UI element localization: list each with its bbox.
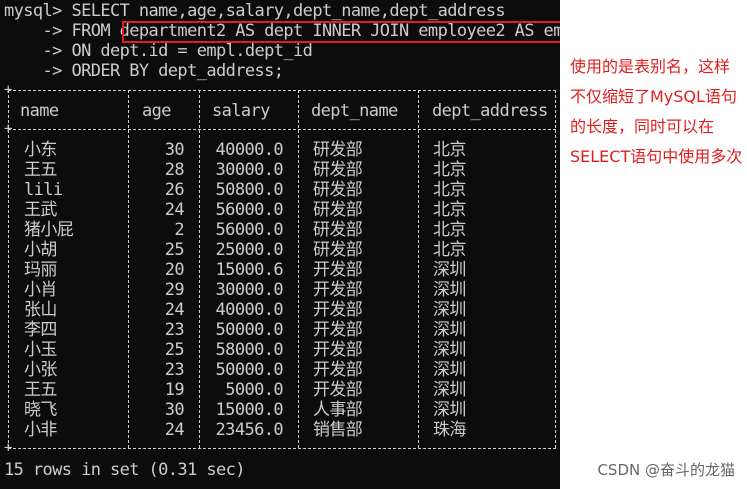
table-cell: 58000.0 [215,340,284,360]
table-cell: 50800.0 [215,180,284,200]
table-header-divider [8,129,556,130]
table-cell: 北京 [433,220,466,240]
table-cell: 人事部 [313,400,363,420]
table-cell: 研发部 [313,140,363,160]
table-cell: 深圳 [433,260,466,280]
table-cell: 研发部 [313,240,363,260]
table-cell: 30000.0 [215,280,284,300]
column-header-dept-name: dept_name [311,101,398,121]
query-line-4: -> ORDER BY dept_address; [4,61,284,81]
table-cell: 研发部 [313,180,363,200]
table-cell: 40000.0 [215,140,284,160]
annotation-note: 使用的是表别名，这样不仅缩短了MySQL语句的长度，同时可以在SELECT语句中… [570,57,743,166]
table-cell: 开发部 [313,260,363,280]
result-summary: 15 rows in set (0.31 sec) [4,460,245,480]
table-cell: 56000.0 [215,200,284,220]
column-divider [128,90,129,448]
table-cell: 50000.0 [215,320,284,340]
column-header-dept-address: dept_address [432,101,548,121]
column-header-age: age [142,101,172,121]
table-cell: 24 [164,300,185,320]
table-cell: 北京 [433,160,466,180]
table-cell: 研发部 [313,200,363,220]
table-cell: 王五 [24,160,57,180]
table-cell: 晓飞 [24,400,57,420]
column-header-name: name [20,101,59,121]
table-cell: 研发部 [313,160,363,180]
table-cell: 小胡 [24,240,57,260]
table-cell: 王五 [24,380,57,400]
query-line-1: mysql> SELECT name,age,salary,dept_name,… [4,1,506,21]
table-cell: 15000.6 [215,260,284,280]
table-cell: 23456.0 [215,420,284,440]
table-cell: 30 [164,400,185,420]
table-cell: 15000.0 [215,400,284,420]
table-cell: 24 [164,200,185,220]
table-cell: 40000.0 [215,300,284,320]
table-cell: 小东 [24,140,57,160]
table-cell: 北京 [433,140,466,160]
table-cell: 珠海 [433,420,466,440]
table-cell: 深圳 [433,280,466,300]
column-divider [418,90,419,448]
table-cell: 5000.0 [225,380,283,400]
terminal-window[interactable]: mysql> SELECT name,age,salary,dept_name,… [0,0,560,489]
table-cell: 开发部 [313,340,363,360]
table-cell: 小肖 [24,280,57,300]
table-cell: 北京 [433,180,466,200]
column-divider [298,90,299,448]
table-cell: 25000.0 [215,240,284,260]
table-cell: 23 [164,360,185,380]
table-cell: 20 [164,260,185,280]
table-cell: 2 [174,220,184,240]
table-cell: 23 [164,320,185,340]
table-cell: 小张 [24,360,57,380]
table-cell: 28 [164,160,185,180]
table-cell: 50000.0 [215,360,284,380]
table-cell: 24 [164,420,185,440]
table-cell: 29 [164,280,185,300]
column-divider [199,90,200,448]
table-cell: 开发部 [313,320,363,340]
table-cell: 北京 [433,200,466,220]
table-cell: 深圳 [433,320,466,340]
table-cell: 王武 [24,200,57,220]
column-header-salary: salary [212,101,270,121]
table-cell: 玛丽 [24,260,57,280]
table-cell: 小非 [24,420,57,440]
table-cell: 25 [164,340,185,360]
table-cell: 深圳 [433,380,466,400]
table-cell: 30 [164,140,185,160]
table-border-bottom [8,448,556,449]
query-line-3: -> ON dept.id = empl.dept_id [4,41,313,61]
table-cell: 研发部 [313,220,363,240]
watermark: CSDN @奋斗的龙猫 [597,461,735,479]
table-cell: 销售部 [313,420,363,440]
table-cell: 深圳 [433,400,466,420]
table-cell: 张山 [24,300,57,320]
table-cell: lili [24,180,63,200]
table-cell: 25 [164,240,185,260]
table-cell: 北京 [433,240,466,260]
table-cell: 李四 [24,320,57,340]
table-cell: 开发部 [313,380,363,400]
table-cell: 开发部 [313,300,363,320]
table-cell: 深圳 [433,300,466,320]
table-cell: 深圳 [433,340,466,360]
table-cell: 小玉 [24,340,57,360]
table-cell: 开发部 [313,280,363,300]
table-cell: 26 [164,180,185,200]
table-cell: 开发部 [313,360,363,380]
table-border-top [8,90,556,91]
table-cell: 19 [164,380,185,400]
query-line-2: -> FROM department2 AS dept INNER JOIN e… [4,21,560,41]
table-cell: 56000.0 [215,220,284,240]
table-cell: 深圳 [433,360,466,380]
table-cell: 30000.0 [215,160,284,180]
column-divider [8,90,9,448]
table-cell: 猪小屁 [24,220,74,240]
column-divider [555,90,556,448]
